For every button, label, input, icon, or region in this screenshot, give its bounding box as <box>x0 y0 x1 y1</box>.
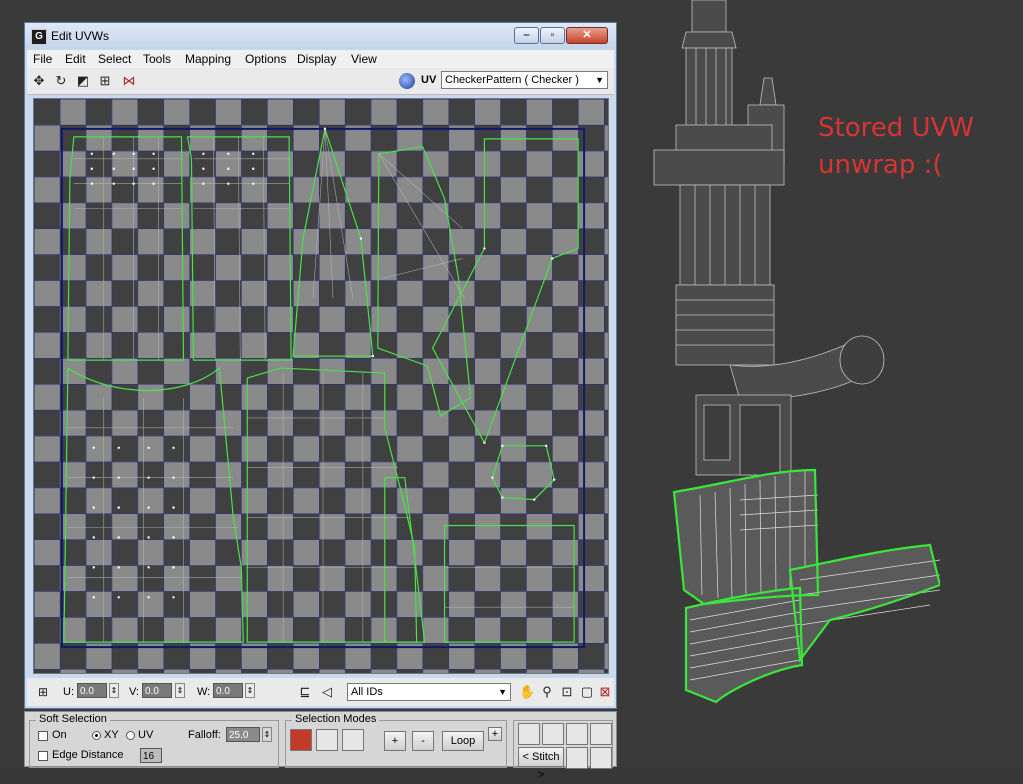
loop-button[interactable]: Loop <box>442 731 484 751</box>
annotation-text: Stored UVW unwrap :( <box>818 113 975 180</box>
weld-icon[interactable] <box>542 723 564 745</box>
align-vertical-icon[interactable] <box>590 747 612 769</box>
uv-channel-label[interactable]: UV <box>421 74 436 86</box>
chevron-down-icon: ▼ <box>595 75 604 85</box>
ids-dropdown[interactable]: All IDs ▼ <box>347 683 511 701</box>
window-title: Edit UVWs <box>51 29 110 43</box>
xy-label: XY <box>104 729 119 741</box>
minimize-icon: – <box>523 29 530 41</box>
flip-vertical-icon[interactable] <box>590 723 612 745</box>
v-spinner[interactable]: ⇕ <box>175 683 185 698</box>
menu-bar: File Edit Select Tools Mapping Options D… <box>27 50 614 68</box>
loop-grow-button[interactable]: + <box>488 727 502 741</box>
close-button[interactable]: ✕ <box>566 27 608 44</box>
menu-select[interactable]: Select <box>98 52 131 66</box>
zoom-icon[interactable]: ⚲ <box>539 684 555 700</box>
menu-tools[interactable]: Tools <box>143 52 171 66</box>
falloff-spinner[interactable]: ⇕ <box>262 727 272 742</box>
u-spinner[interactable]: ⇕ <box>109 683 119 698</box>
uv-radio-label: UV <box>138 729 154 741</box>
soft-selection-group: Soft Selection On XY UV Falloff: 25.0 ⇕ … <box>29 713 279 768</box>
texture-dropdown[interactable]: CheckerPattern ( Checker ) ▼ <box>441 71 608 89</box>
v-label: V: <box>129 686 139 698</box>
rotate-icon[interactable]: ↻ <box>53 73 69 89</box>
zoom-region-icon[interactable]: ⊡ <box>559 684 575 700</box>
break-icon[interactable] <box>518 723 540 745</box>
absolute-offset-icon[interactable]: ⊞ <box>35 684 51 700</box>
uv-radio[interactable] <box>126 731 135 740</box>
stitch-group: < Stitch > <box>513 720 613 781</box>
mirror-icon[interactable]: ⋈ <box>121 73 137 89</box>
chevron-down-icon: ▼ <box>498 687 507 697</box>
w-spinner[interactable]: ⇕ <box>245 683 255 698</box>
menu-mapping[interactable]: Mapping <box>185 52 231 66</box>
menu-edit[interactable]: Edit <box>65 52 86 66</box>
app-icon: G <box>31 29 47 45</box>
model-3d[interactable] <box>640 0 940 720</box>
ids-dropdown-value: All IDs <box>351 686 383 698</box>
vertex-mode-icon[interactable] <box>290 729 312 751</box>
soft-selection-on-checkbox[interactable] <box>38 731 48 741</box>
u-field[interactable]: 0.0 <box>77 683 107 698</box>
grow-button[interactable]: + <box>384 731 406 751</box>
freeform-icon[interactable]: ⊞ <box>97 73 113 89</box>
w-field[interactable]: 0.0 <box>213 683 243 698</box>
edit-uvws-window: G Edit UVWs – ▫ ✕ File Edit Select Tools… <box>24 22 617 709</box>
menu-options[interactable]: Options <box>245 52 286 66</box>
align-horizontal-icon[interactable] <box>566 747 588 769</box>
edge-distance-field[interactable]: 16 <box>140 748 162 763</box>
uv-editor-canvas[interactable] <box>33 98 609 674</box>
edge-mode-icon[interactable] <box>316 729 338 751</box>
shrink-button[interactable]: - <box>412 731 434 751</box>
texture-dropdown-value: CheckerPattern ( Checker ) <box>445 74 579 86</box>
selection-modes-group: Selection Modes + - Loop + <box>285 713 507 768</box>
falloff-label: Falloff: <box>188 729 221 741</box>
maximize-icon: ▫ <box>550 29 555 41</box>
move-icon[interactable]: ✥ <box>31 73 47 89</box>
v-field[interactable]: 0.0 <box>142 683 172 698</box>
minimize-button[interactable]: – <box>514 27 539 44</box>
title-bar[interactable]: G Edit UVWs – ▫ ✕ <box>25 23 616 49</box>
flip-horizontal-icon[interactable] <box>566 723 588 745</box>
uv-toolbar: ✥ ↻ ◩ ⊞ ⋈ UV CheckerPattern ( Checker ) … <box>27 68 614 95</box>
xy-radio[interactable] <box>92 731 101 740</box>
menu-view[interactable]: View <box>351 52 377 66</box>
grid-snap-icon[interactable]: ⊠ <box>597 684 613 700</box>
edge-distance-label: Edge Distance <box>52 749 124 761</box>
maximize-button[interactable]: ▫ <box>540 27 565 44</box>
close-icon: ✕ <box>582 29 592 41</box>
on-label: On <box>52 729 67 741</box>
pan-icon[interactable]: ✋ <box>519 684 535 700</box>
rollout-panel: Soft Selection On XY UV Falloff: 25.0 ⇕ … <box>24 711 617 781</box>
selection-modes-title: Selection Modes <box>292 713 380 725</box>
w-label: W: <box>197 686 211 698</box>
u-label: U: <box>63 686 74 698</box>
face-mode-icon[interactable] <box>342 729 364 751</box>
menu-file[interactable]: File <box>33 52 52 66</box>
uv-bottom-toolbar: ⊞ U: 0.0 ⇕ V: 0.0 ⇕ W: 0.0 ⇕ ⊑ ◁ All IDs… <box>27 678 614 706</box>
lock-icon[interactable]: ⊑ <box>297 684 313 700</box>
texture-map-icon[interactable] <box>399 73 415 89</box>
falloff-field[interactable]: 25.0 <box>226 727 260 742</box>
edge-distance-checkbox[interactable] <box>38 751 48 761</box>
filter-icon[interactable]: ◁ <box>319 684 335 700</box>
zoom-extents-icon[interactable]: ▢ <box>579 684 595 700</box>
stitch-button[interactable]: < Stitch > <box>518 747 564 781</box>
soft-selection-title: Soft Selection <box>36 713 110 725</box>
scale-icon[interactable]: ◩ <box>75 73 91 89</box>
menu-display[interactable]: Display <box>297 52 336 66</box>
